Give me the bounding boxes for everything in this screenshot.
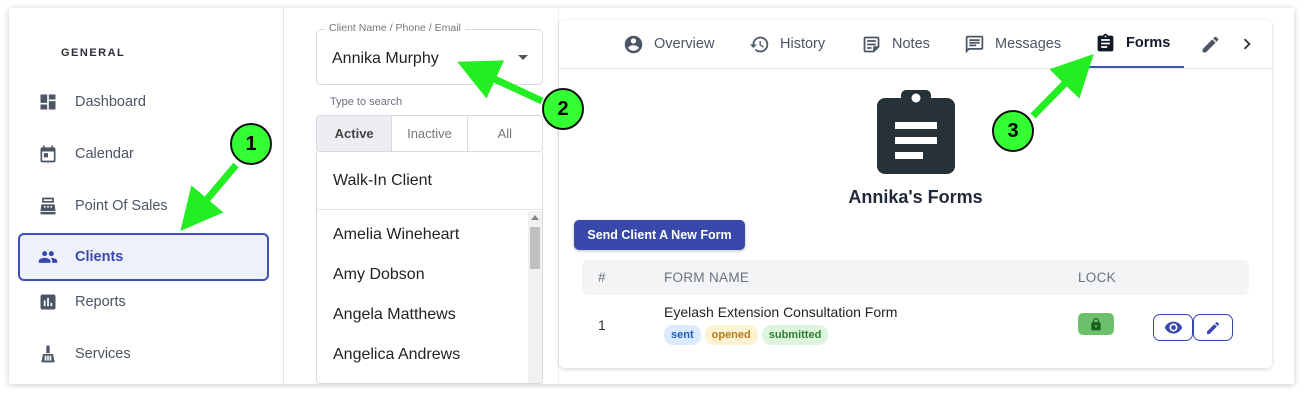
- callout-1: 1: [230, 123, 272, 165]
- filter-all[interactable]: All: [468, 116, 542, 151]
- tab-messages[interactable]: Messages: [964, 20, 1061, 68]
- client-list-scrollbar[interactable]: [528, 211, 542, 383]
- sidebar-item-label: Clients: [75, 249, 124, 265]
- client-select-label: Client Name / Phone / Email: [325, 22, 465, 34]
- pencil-icon: [1207, 321, 1220, 334]
- view-form-button[interactable]: [1153, 314, 1193, 341]
- sidebar-item-services[interactable]: Services: [18, 330, 269, 378]
- column-num: #: [598, 270, 606, 285]
- list-item[interactable]: Angela Matthews: [317, 295, 542, 335]
- callout-3: 3: [992, 110, 1034, 152]
- sidebar-item-reports[interactable]: Reports: [18, 278, 269, 326]
- filter-active[interactable]: Active: [317, 116, 393, 151]
- client-filter-tabs: Active Inactive All: [316, 115, 543, 152]
- broom-icon: [41, 345, 55, 363]
- clipboard-icon: [877, 90, 955, 174]
- calendar-icon: [40, 145, 56, 163]
- sidebar-item-label: Reports: [75, 294, 126, 310]
- history-icon: [749, 36, 769, 52]
- tab-notes[interactable]: Notes: [861, 20, 930, 68]
- callout-2: 2: [542, 88, 584, 130]
- tab-label: History: [780, 36, 826, 52]
- sidebar: GENERAL Dashboard Calendar Point Of Sale…: [9, 8, 284, 384]
- sidebar-heading: GENERAL: [61, 47, 126, 59]
- chevron-right-icon[interactable]: [1236, 33, 1258, 55]
- client-panel: Client Name / Phone / Email Annika Murph…: [284, 8, 559, 384]
- sidebar-item-clients[interactable]: Clients: [18, 233, 269, 281]
- clipboard-icon: [1097, 33, 1114, 51]
- client-tabs: Overview History Notes Messages Forms: [559, 20, 1272, 69]
- sidebar-item-label: Dashboard: [75, 94, 146, 110]
- status-badges: sent opened submitted: [664, 325, 829, 345]
- table-row: 1 Eyelash Extension Consultation Form se…: [582, 298, 1249, 353]
- message-icon: [965, 35, 984, 53]
- sidebar-item-label: Calendar: [75, 146, 134, 162]
- main-content: Overview History Notes Messages Forms An…: [559, 8, 1294, 384]
- tab-label: Forms: [1126, 35, 1171, 51]
- form-name: Eyelash Extension Consultation Form: [664, 304, 898, 320]
- sidebar-item-dashboard[interactable]: Dashboard: [18, 78, 269, 126]
- account-circle-icon: [624, 35, 643, 53]
- eye-icon: [1164, 321, 1182, 334]
- status-badge: sent: [664, 325, 701, 345]
- sidebar-item-label: Services: [75, 346, 131, 362]
- status-badge: submitted: [761, 325, 829, 345]
- send-new-form-button[interactable]: Send Client A New Form: [574, 220, 745, 250]
- client-card: Overview History Notes Messages Forms An…: [559, 20, 1272, 368]
- row-number: 1: [598, 317, 606, 333]
- list-item[interactable]: Amy Dobson: [317, 255, 542, 295]
- scroll-up-icon[interactable]: [531, 215, 539, 220]
- lock-icon: [1091, 317, 1101, 330]
- tab-forms[interactable]: Forms: [1085, 20, 1185, 68]
- forms-title: Annika's Forms: [848, 187, 983, 207]
- list-item[interactable]: Angelica Andrews: [317, 335, 542, 375]
- tab-edit[interactable]: [1200, 20, 1231, 68]
- scrollbar-thumb[interactable]: [530, 227, 540, 269]
- client-select[interactable]: Client Name / Phone / Email Annika Murph…: [316, 22, 543, 85]
- pencil-icon: [1202, 36, 1219, 52]
- people-icon: [38, 251, 58, 263]
- tab-label: Messages: [995, 36, 1062, 52]
- tab-label: Overview: [654, 36, 715, 52]
- notes-icon: [863, 36, 880, 52]
- walk-in-client[interactable]: Walk-In Client: [317, 153, 542, 210]
- column-form-name: FORM NAME: [664, 270, 750, 285]
- edit-form-button[interactable]: [1193, 314, 1233, 341]
- selected-client: Annika Murphy: [332, 50, 439, 67]
- status-badge: opened: [704, 325, 758, 345]
- dashboard-icon: [40, 94, 56, 110]
- sidebar-item-point-of-sales[interactable]: Point Of Sales: [18, 182, 269, 230]
- lock-toggle[interactable]: [1078, 313, 1114, 335]
- register-icon: [40, 197, 56, 215]
- client-list: Walk-In Client Amelia Wineheart Amy Dobs…: [316, 153, 543, 384]
- list-item[interactable]: Amelia Wineheart: [317, 215, 542, 255]
- caret-down-icon[interactable]: [518, 55, 528, 60]
- column-lock: LOCK: [1078, 270, 1116, 285]
- tab-label: Notes: [892, 36, 930, 52]
- sidebar-item-label: Point Of Sales: [75, 198, 168, 214]
- tab-overview[interactable]: Overview: [623, 20, 714, 68]
- tab-history[interactable]: History: [749, 20, 825, 68]
- chart-icon: [40, 294, 56, 310]
- filter-inactive[interactable]: Inactive: [392, 116, 468, 151]
- app-frame: GENERAL Dashboard Calendar Point Of Sale…: [9, 8, 1294, 384]
- forms-table-header: # FORM NAME LOCK: [582, 260, 1249, 295]
- search-hint: Type to search: [330, 96, 403, 108]
